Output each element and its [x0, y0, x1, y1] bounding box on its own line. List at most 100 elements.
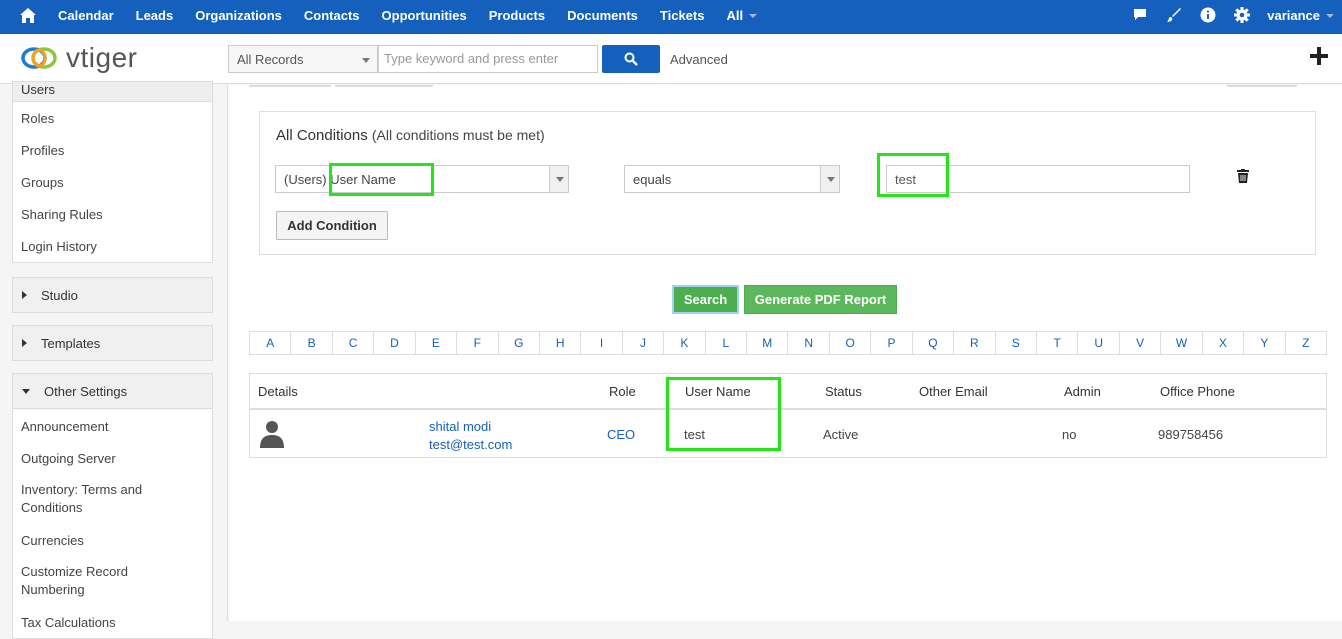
col-role[interactable]: Role — [609, 374, 636, 410]
caret-right-icon — [22, 339, 27, 347]
trash-icon[interactable] — [1237, 169, 1249, 183]
menu-item-tickets[interactable]: Tickets — [660, 8, 705, 23]
alpha-filter-i[interactable]: I — [581, 332, 623, 354]
condition-operator-value: equals — [633, 172, 672, 187]
user-menu[interactable]: variance — [1267, 8, 1320, 23]
sidebar-item-customize-record-numbering[interactable]: Customize Record Numbering — [13, 556, 212, 606]
plus-icon[interactable] — [1310, 47, 1328, 65]
alpha-filter-x[interactable]: X — [1203, 332, 1245, 354]
alpha-filter-h[interactable]: H — [540, 332, 582, 354]
alpha-filter-u[interactable]: U — [1078, 332, 1120, 354]
settings-sidebar: Users Roles Profiles Groups Sharing Rule… — [0, 81, 228, 639]
search-button[interactable]: Search — [672, 285, 739, 314]
info-icon[interactable] — [1199, 6, 1217, 24]
alpha-filter-m[interactable]: M — [747, 332, 789, 354]
chevron-down-icon — [1326, 14, 1334, 18]
alpha-filter-w[interactable]: W — [1161, 332, 1203, 354]
dropdown-toggle[interactable] — [549, 166, 568, 192]
highlight-box — [666, 377, 781, 451]
sidebar-item-groups[interactable]: Groups — [13, 166, 212, 198]
studio-section-toggle[interactable]: Studio — [12, 277, 213, 313]
alpha-filter-t[interactable]: T — [1037, 332, 1079, 354]
menu-item-products[interactable]: Products — [489, 8, 545, 23]
alpha-filter-d[interactable]: D — [374, 332, 416, 354]
templates-section-toggle[interactable]: Templates — [12, 325, 213, 361]
records-select[interactable]: All Records — [228, 45, 378, 73]
alpha-filter-o[interactable]: O — [830, 332, 872, 354]
sidebar-item-currencies[interactable]: Currencies — [13, 524, 212, 556]
sidebar-item-login-history[interactable]: Login History — [13, 230, 212, 262]
col-status[interactable]: Status — [825, 374, 862, 410]
alpha-filter-k[interactable]: K — [664, 332, 706, 354]
col-office-phone[interactable]: Office Phone — [1160, 374, 1235, 410]
highlight-box — [877, 153, 949, 197]
menu-item-opportunities[interactable]: Opportunities — [382, 8, 467, 23]
tab-edge — [249, 85, 331, 87]
chevron-down-icon — [827, 177, 835, 182]
cell-role[interactable]: CEO — [607, 412, 635, 457]
sidebar-item-outgoing-server[interactable]: Outgoing Server — [13, 442, 212, 474]
alpha-filter-a[interactable]: A — [250, 332, 292, 354]
main-menu: Calendar Leads Organizations Contacts Op… — [58, 0, 758, 30]
menu-item-calendar[interactable]: Calendar — [58, 8, 114, 23]
alpha-filter-p[interactable]: P — [871, 332, 913, 354]
menu-item-contacts[interactable]: Contacts — [304, 8, 360, 23]
alpha-filter-f[interactable]: F — [457, 332, 499, 354]
sidebar-item-roles[interactable]: Roles — [13, 102, 212, 134]
alpha-filter-n[interactable]: N — [788, 332, 830, 354]
home-icon[interactable] — [18, 6, 38, 26]
sidebar-item-sharing-rules[interactable]: Sharing Rules — [13, 198, 212, 230]
sidebar-item-tax-calculations[interactable]: Tax Calculations — [13, 606, 212, 638]
user-full-name[interactable]: shital modi — [429, 418, 512, 436]
alpha-filter-g[interactable]: G — [499, 332, 540, 354]
caret-right-icon — [22, 291, 27, 299]
table-row[interactable]: shital modi test@test.com CEO test Activ… — [250, 412, 1326, 457]
users-section: Users Roles Profiles Groups Sharing Rule… — [12, 81, 213, 263]
brush-icon[interactable] — [1165, 6, 1183, 24]
gear-icon[interactable] — [1233, 6, 1251, 24]
alpha-filter-b[interactable]: B — [291, 332, 333, 354]
alpha-filter-l[interactable]: L — [706, 332, 748, 354]
chevron-down-icon — [556, 177, 564, 182]
menu-item-leads[interactable]: Leads — [136, 8, 174, 23]
alpha-filter-c[interactable]: C — [333, 332, 375, 354]
dropdown-toggle[interactable] — [820, 166, 839, 192]
top-right-tools: variance — [1131, 0, 1342, 30]
table-header: Details Role User Name Status Other Emai… — [250, 374, 1326, 410]
sidebar-item-users[interactable]: Users — [13, 82, 212, 102]
other-settings-section-toggle[interactable]: Other Settings — [12, 373, 213, 409]
condition-operator-select[interactable]: equals — [624, 165, 840, 193]
alpha-filter-j[interactable]: J — [623, 332, 665, 354]
conditions-panel: All Conditions (All conditions must be m… — [259, 111, 1316, 255]
sidebar-item-inventory-terms[interactable]: Inventory: Terms and Conditions — [13, 474, 212, 524]
alpha-filter-e[interactable]: E — [416, 332, 458, 354]
alpha-filter-s[interactable]: S — [996, 332, 1038, 354]
alpha-filter-v[interactable]: V — [1120, 332, 1162, 354]
advanced-search-link[interactable]: Advanced — [670, 52, 728, 67]
alphabet-filter: A B C D E F G H I J K L M N O P Q R S T … — [249, 331, 1327, 355]
logo-text: vtiger — [66, 42, 138, 73]
highlight-box — [329, 163, 434, 196]
other-settings-label: Other Settings — [44, 383, 128, 399]
alpha-filter-q[interactable]: Q — [913, 332, 955, 354]
user-email[interactable]: test@test.com — [429, 436, 512, 454]
search-input[interactable]: Type keyword and press enter — [378, 45, 598, 73]
other-settings-section: Announcement Outgoing Server Inventory: … — [12, 410, 213, 639]
comment-icon[interactable] — [1131, 6, 1149, 24]
col-admin[interactable]: Admin — [1064, 374, 1101, 410]
search-header: vtiger All Records Type keyword and pres… — [0, 34, 1342, 84]
menu-item-all[interactable]: All — [726, 8, 743, 23]
sidebar-item-profiles[interactable]: Profiles — [13, 134, 212, 166]
sidebar-item-announcement[interactable]: Announcement — [13, 410, 212, 442]
add-condition-button[interactable]: Add Condition — [276, 211, 388, 240]
alpha-filter-r[interactable]: R — [954, 332, 996, 354]
generate-pdf-button[interactable]: Generate PDF Report — [744, 285, 897, 314]
menu-item-documents[interactable]: Documents — [567, 8, 638, 23]
alpha-filter-z[interactable]: Z — [1286, 332, 1326, 354]
vtiger-logo[interactable]: vtiger — [20, 42, 137, 74]
search-button[interactable] — [602, 45, 660, 73]
menu-item-organizations[interactable]: Organizations — [195, 8, 282, 23]
cell-office-phone: 989758456 — [1158, 427, 1224, 442]
alpha-filter-y[interactable]: Y — [1244, 332, 1286, 354]
col-other-email[interactable]: Other Email — [919, 374, 988, 410]
